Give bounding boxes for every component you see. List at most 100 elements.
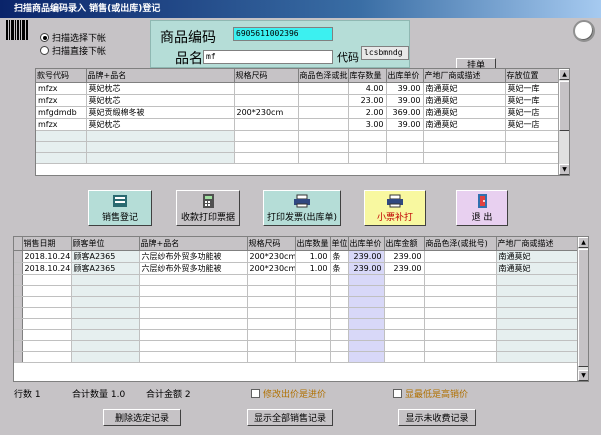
lowest-price-checkbox[interactable]: 显最低是高销价 [393, 387, 468, 400]
table-row[interactable] [14, 285, 580, 297]
checkbox-box[interactable] [251, 389, 260, 398]
col-header[interactable]: 出库单价 [386, 69, 424, 83]
col-header[interactable]: 库存数量 [348, 69, 387, 83]
sales-table[interactable]: 销售日期 顾客单位 品牌+品名 规格尺码 出库数量 单位 出库单价 出库金额 商… [13, 236, 589, 382]
cell[interactable]: mfgdmdb [36, 106, 87, 119]
cell[interactable]: 莫妃一库 [505, 94, 561, 107]
table-row[interactable]: mfzx 莫妃枕芯 23.00 39.00 南通莫妃 莫妃一库 [36, 94, 561, 107]
product-code-field[interactable]: 69056110023​96 [233, 27, 333, 41]
cell[interactable]: 南通莫妃 [496, 262, 580, 275]
table-row[interactable]: mfzx 莫妃枕芯 3.00 39.00 南通莫妃 莫妃一店 [36, 118, 561, 131]
cell[interactable]: 南通莫妃 [423, 118, 506, 131]
col-header[interactable]: 出库数量 [295, 237, 331, 251]
cell[interactable] [298, 82, 349, 95]
cell[interactable]: 23.00 [348, 94, 387, 107]
cell[interactable]: 239.00 [384, 262, 425, 275]
table-row[interactable] [14, 351, 580, 363]
cell[interactable]: 39.00 [386, 82, 424, 95]
scroll-down-icon[interactable]: ▼ [578, 370, 588, 381]
cell[interactable] [424, 262, 497, 275]
radio-dot[interactable] [40, 46, 49, 55]
cell[interactable]: mfzx [36, 94, 87, 107]
stock-table[interactable]: 款号代码 品牌+品名 规格尺码 商品色泽或批号 库存数量 出库单价 产地厂商或描… [35, 68, 570, 176]
cell[interactable] [234, 118, 299, 131]
cell[interactable]: 239.00 [384, 250, 425, 263]
short-code-field[interactable]: lcsbmndg [361, 46, 409, 60]
cell[interactable]: 369.00 [386, 106, 424, 119]
col-header[interactable]: 出库金额 [384, 237, 425, 251]
col-header[interactable]: 款号代码 [36, 69, 87, 83]
cell[interactable]: 莫妃一店 [505, 106, 561, 119]
radio-dot[interactable] [40, 33, 49, 42]
col-header[interactable]: 商品色泽(或批号) [424, 237, 497, 251]
cell[interactable]: 条 [330, 250, 349, 263]
table-row[interactable] [14, 307, 580, 319]
cell[interactable]: 39.00 [386, 118, 424, 131]
cell[interactable]: 莫妃枕芯 [86, 118, 235, 131]
radio-scan-select[interactable]: 扫描选择下帐 [40, 31, 106, 44]
table-row[interactable] [36, 130, 561, 142]
cell[interactable]: 1.00 [295, 262, 331, 275]
cell[interactable]: 六层纱布外贸多功能被 [139, 262, 248, 275]
show-unpaid-button[interactable]: 显示未收费记录 [398, 409, 476, 426]
sales-table-scrollbar[interactable]: ▲ ▼ [577, 237, 588, 381]
table-row[interactable]: 2018.10.24 顾客A2365 六层纱布外贸多功能被 200*230cm … [14, 250, 580, 263]
table-row[interactable] [14, 296, 580, 308]
scroll-up-icon[interactable]: ▲ [578, 237, 588, 248]
cell[interactable]: 2.00 [348, 106, 387, 119]
cell[interactable]: 2018.10.24 [22, 262, 72, 275]
cell[interactable]: 200*230cm [247, 262, 296, 275]
price-is-cost-checkbox[interactable]: 修改出价是进价 [251, 387, 326, 400]
table-row[interactable]: mfzx 莫妃枕芯 4.00 39.00 南通莫妃 莫妃一库 [36, 82, 561, 95]
col-header[interactable]: 品牌+品名 [139, 237, 248, 251]
cell[interactable]: 200*230cm [234, 106, 299, 119]
col-header[interactable]: 规格尺码 [247, 237, 296, 251]
cell[interactable]: 南通莫妃 [423, 94, 506, 107]
cell[interactable]: 莫妃一库 [505, 82, 561, 95]
cell[interactable]: 1.00 [295, 250, 331, 263]
scroll-up-icon[interactable]: ▲ [559, 69, 569, 80]
table-row[interactable] [14, 274, 580, 286]
cell[interactable]: 莫妃一店 [505, 118, 561, 131]
cell[interactable]: 南通莫妃 [423, 82, 506, 95]
table-row[interactable] [36, 141, 561, 153]
cell[interactable]: 莫妃贡缎棉冬被 [86, 106, 235, 119]
product-name-field[interactable]: mf [203, 50, 333, 64]
table-row[interactable] [14, 329, 580, 341]
cell[interactable] [298, 94, 349, 107]
table-row[interactable]: 2018.10.24 顾客A2365 六层纱布外贸多功能被 200*230cm … [14, 262, 580, 275]
cell[interactable]: 3.00 [348, 118, 387, 131]
cell[interactable]: 顾客A2365 [71, 250, 140, 263]
col-header[interactable]: 销售日期 [22, 237, 72, 251]
col-header[interactable]: 规格尺码 [234, 69, 299, 83]
cell[interactable] [234, 94, 299, 107]
col-header[interactable]: 品牌+品名 [86, 69, 235, 83]
col-header[interactable]: 出库单价 [348, 237, 385, 251]
cell[interactable]: 4.00 [348, 82, 387, 95]
scroll-thumb[interactable] [559, 81, 569, 131]
table-row[interactable] [14, 340, 580, 352]
cell[interactable]: 莫妃枕芯 [86, 82, 235, 95]
cell[interactable]: 南通莫妃 [423, 106, 506, 119]
close-circle-button[interactable] [573, 20, 595, 42]
table-row[interactable]: mfgdmdb 莫妃贡缎棉冬被 200*230cm 2.00 369.00 南通… [36, 106, 561, 119]
cell[interactable]: mfzx [36, 82, 87, 95]
checkbox-box[interactable] [393, 389, 402, 398]
cell[interactable] [298, 106, 349, 119]
cell[interactable]: 莫妃枕芯 [86, 94, 235, 107]
col-header[interactable]: 商品色泽或批号 [298, 69, 349, 83]
cell[interactable]: 39.00 [386, 94, 424, 107]
collect-print-button[interactable]: 收款打印票据 [176, 190, 240, 226]
table-row[interactable] [36, 152, 561, 164]
scroll-thumb[interactable] [578, 249, 588, 367]
delete-selected-button[interactable]: 删除选定记录 [103, 409, 181, 426]
col-header[interactable]: 产地厂商或描述 [496, 237, 580, 251]
cell[interactable]: 239.00 [348, 262, 385, 275]
cell[interactable] [298, 118, 349, 131]
cell[interactable]: 2018.10.24 [22, 250, 72, 263]
sales-register-button[interactable]: 销售登记 [88, 190, 152, 226]
cell[interactable]: mfzx [36, 118, 87, 131]
cell[interactable]: 239.00 [348, 250, 385, 263]
scroll-down-icon[interactable]: ▼ [559, 164, 569, 175]
stock-table-scrollbar[interactable]: ▲ ▼ [558, 69, 569, 175]
